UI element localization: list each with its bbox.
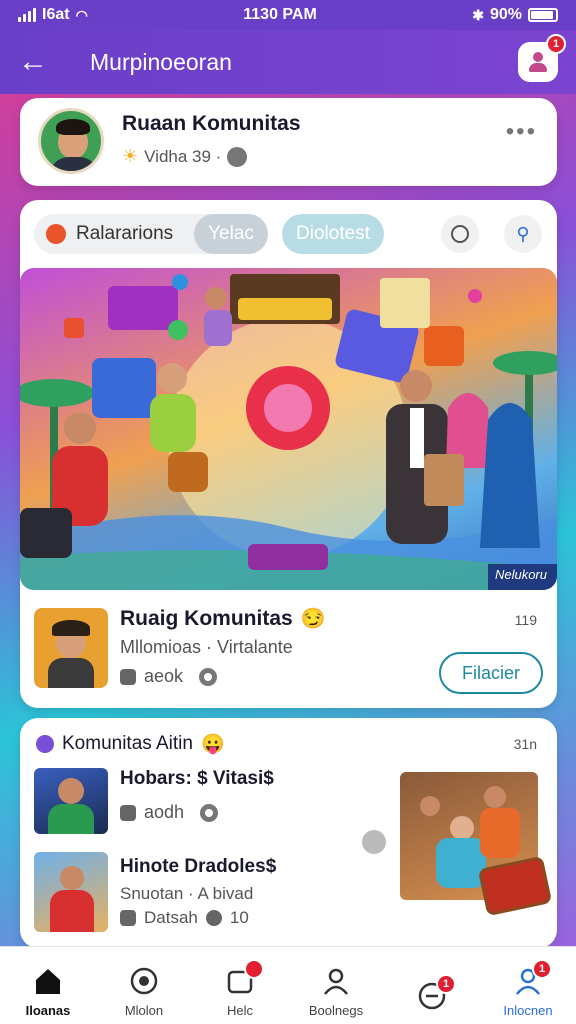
- nav-badge: 1: [532, 959, 552, 979]
- chat-icon: [224, 959, 264, 997]
- list-item-count: 10: [229, 908, 249, 927]
- user-icon: 1: [512, 959, 552, 997]
- join-button[interactable]: Filacier: [439, 652, 543, 694]
- people-filter-button[interactable]: [441, 215, 479, 253]
- battery-percent: 90%: [489, 6, 522, 23]
- list-item-stat: Datsah: [144, 908, 198, 927]
- filter-chip-latest[interactable]: Diolotest: [282, 214, 384, 254]
- post-meta: Mllomioas · Virtalante: [120, 637, 293, 657]
- section-time: 31n: [513, 736, 537, 752]
- section-title: Komunitas Aitin: [62, 733, 193, 754]
- bottom-navigation: Iloanas Mlolon Helc Boolnegs 1 1 Inlocne…: [0, 946, 576, 1024]
- page-title: Murpinoeoran: [90, 48, 232, 75]
- clock: 1130 PAM: [243, 6, 317, 23]
- status-bar: I6at ◠ 1130 PAM ✱ 90%: [0, 0, 576, 30]
- heart-badge-icon: [36, 735, 54, 753]
- filter-chip-label: Ralararions: [76, 223, 174, 244]
- filter-chip-label: Yelac: [208, 223, 254, 244]
- nav-label: Inlocnen: [503, 1003, 553, 1018]
- bluetooth-icon: ✱: [472, 6, 484, 23]
- list-item-meta: Snuotan · A bivad: [120, 884, 254, 903]
- nav-explore[interactable]: Mlolon: [104, 965, 184, 1018]
- nav-home[interactable]: Iloanas: [8, 965, 88, 1018]
- chat-bubble-icon: [227, 146, 248, 167]
- list-item-thumbnail[interactable]: [34, 768, 108, 834]
- filter-chip-yelac[interactable]: Yelac: [194, 214, 268, 254]
- flame-icon: [46, 224, 66, 244]
- nav-badge: [244, 959, 264, 979]
- user-count-icon: [205, 910, 222, 926]
- filter-chip-relations[interactable]: Ralararions: [34, 214, 173, 254]
- filter-chip-group: Ralararions Yelac: [34, 214, 268, 254]
- wifi-icon: ◠: [75, 6, 88, 23]
- nav-help[interactable]: Helc: [200, 959, 280, 1018]
- compass-icon: [128, 965, 160, 997]
- share-icon[interactable]: [362, 830, 386, 854]
- list-item-stat: aodh: [144, 802, 185, 822]
- home-icon: [32, 965, 64, 997]
- list-item-title: Hinote Dradoles$: [120, 856, 277, 877]
- app-bar: ← Murpinoeoran 1: [0, 30, 576, 94]
- list-item-title: Hobars: $ Vitasi$: [120, 768, 274, 789]
- nav-badge: 1: [436, 974, 456, 994]
- person-icon: [528, 52, 548, 72]
- back-arrow-icon[interactable]: ←: [18, 45, 58, 79]
- emoji-icon: 😛: [200, 734, 225, 755]
- carrier-label: I6at: [42, 6, 70, 23]
- reaction-icon[interactable]: [200, 803, 219, 822]
- post-time: 119: [514, 612, 537, 628]
- signal-icon: [18, 8, 36, 22]
- active-communities-card: Komunitas Aitin 😛 31n Hobars: $ Vitasi$ …: [20, 718, 557, 948]
- community-title: Ruaan Komunitas: [122, 112, 301, 135]
- nav-bookings[interactable]: Boolnegs: [296, 965, 376, 1018]
- notification-button[interactable]: 1: [518, 34, 566, 82]
- community-banner-image[interactable]: Nelukoru: [20, 268, 557, 590]
- settings-filter-button[interactable]: ⚲: [504, 215, 542, 253]
- nav-account[interactable]: 1 Inlocnen: [488, 959, 568, 1018]
- lock-icon: [120, 668, 136, 685]
- community-header-card[interactable]: Ruaan Komunitas ☀ Vidha 39 · •••: [20, 98, 557, 186]
- avatar: [38, 108, 104, 174]
- post-stat: aeok: [144, 666, 184, 686]
- sun-icon: ☀: [122, 146, 139, 166]
- reaction-icon[interactable]: [199, 667, 218, 686]
- list-item-thumbnail[interactable]: [34, 852, 108, 932]
- sliders-icon: ⚲: [516, 223, 530, 244]
- nav-label: Helc: [226, 1003, 253, 1018]
- message-icon: 1: [416, 974, 456, 1012]
- emoji-icon: 😏: [300, 608, 326, 630]
- nav-label: Boolnegs: [308, 1003, 364, 1018]
- person-outline-icon: [451, 225, 469, 243]
- lock-icon: [120, 910, 136, 926]
- more-options-icon[interactable]: •••: [506, 118, 537, 146]
- post-title: Ruaig Komunitas: [120, 606, 293, 630]
- filter-chip-label: Diolotest: [296, 223, 370, 244]
- banner-illustration: [20, 274, 557, 590]
- profile-icon: [320, 965, 352, 997]
- post-thumbnail[interactable]: [34, 608, 108, 688]
- lock-icon: [120, 804, 136, 821]
- notification-badge: 1: [546, 34, 566, 54]
- community-subtitle: Vidha 39 ·: [144, 146, 222, 166]
- battery-icon: [528, 8, 558, 22]
- nav-messages[interactable]: 1: [392, 974, 472, 1018]
- feed-card: Ralararions Yelac Diolotest ⚲ Nelukoru R…: [20, 200, 557, 708]
- banner-tag: Nelukoru: [494, 567, 547, 582]
- nav-label: Mlolon: [124, 1003, 164, 1018]
- nav-label: Iloanas: [25, 1003, 71, 1018]
